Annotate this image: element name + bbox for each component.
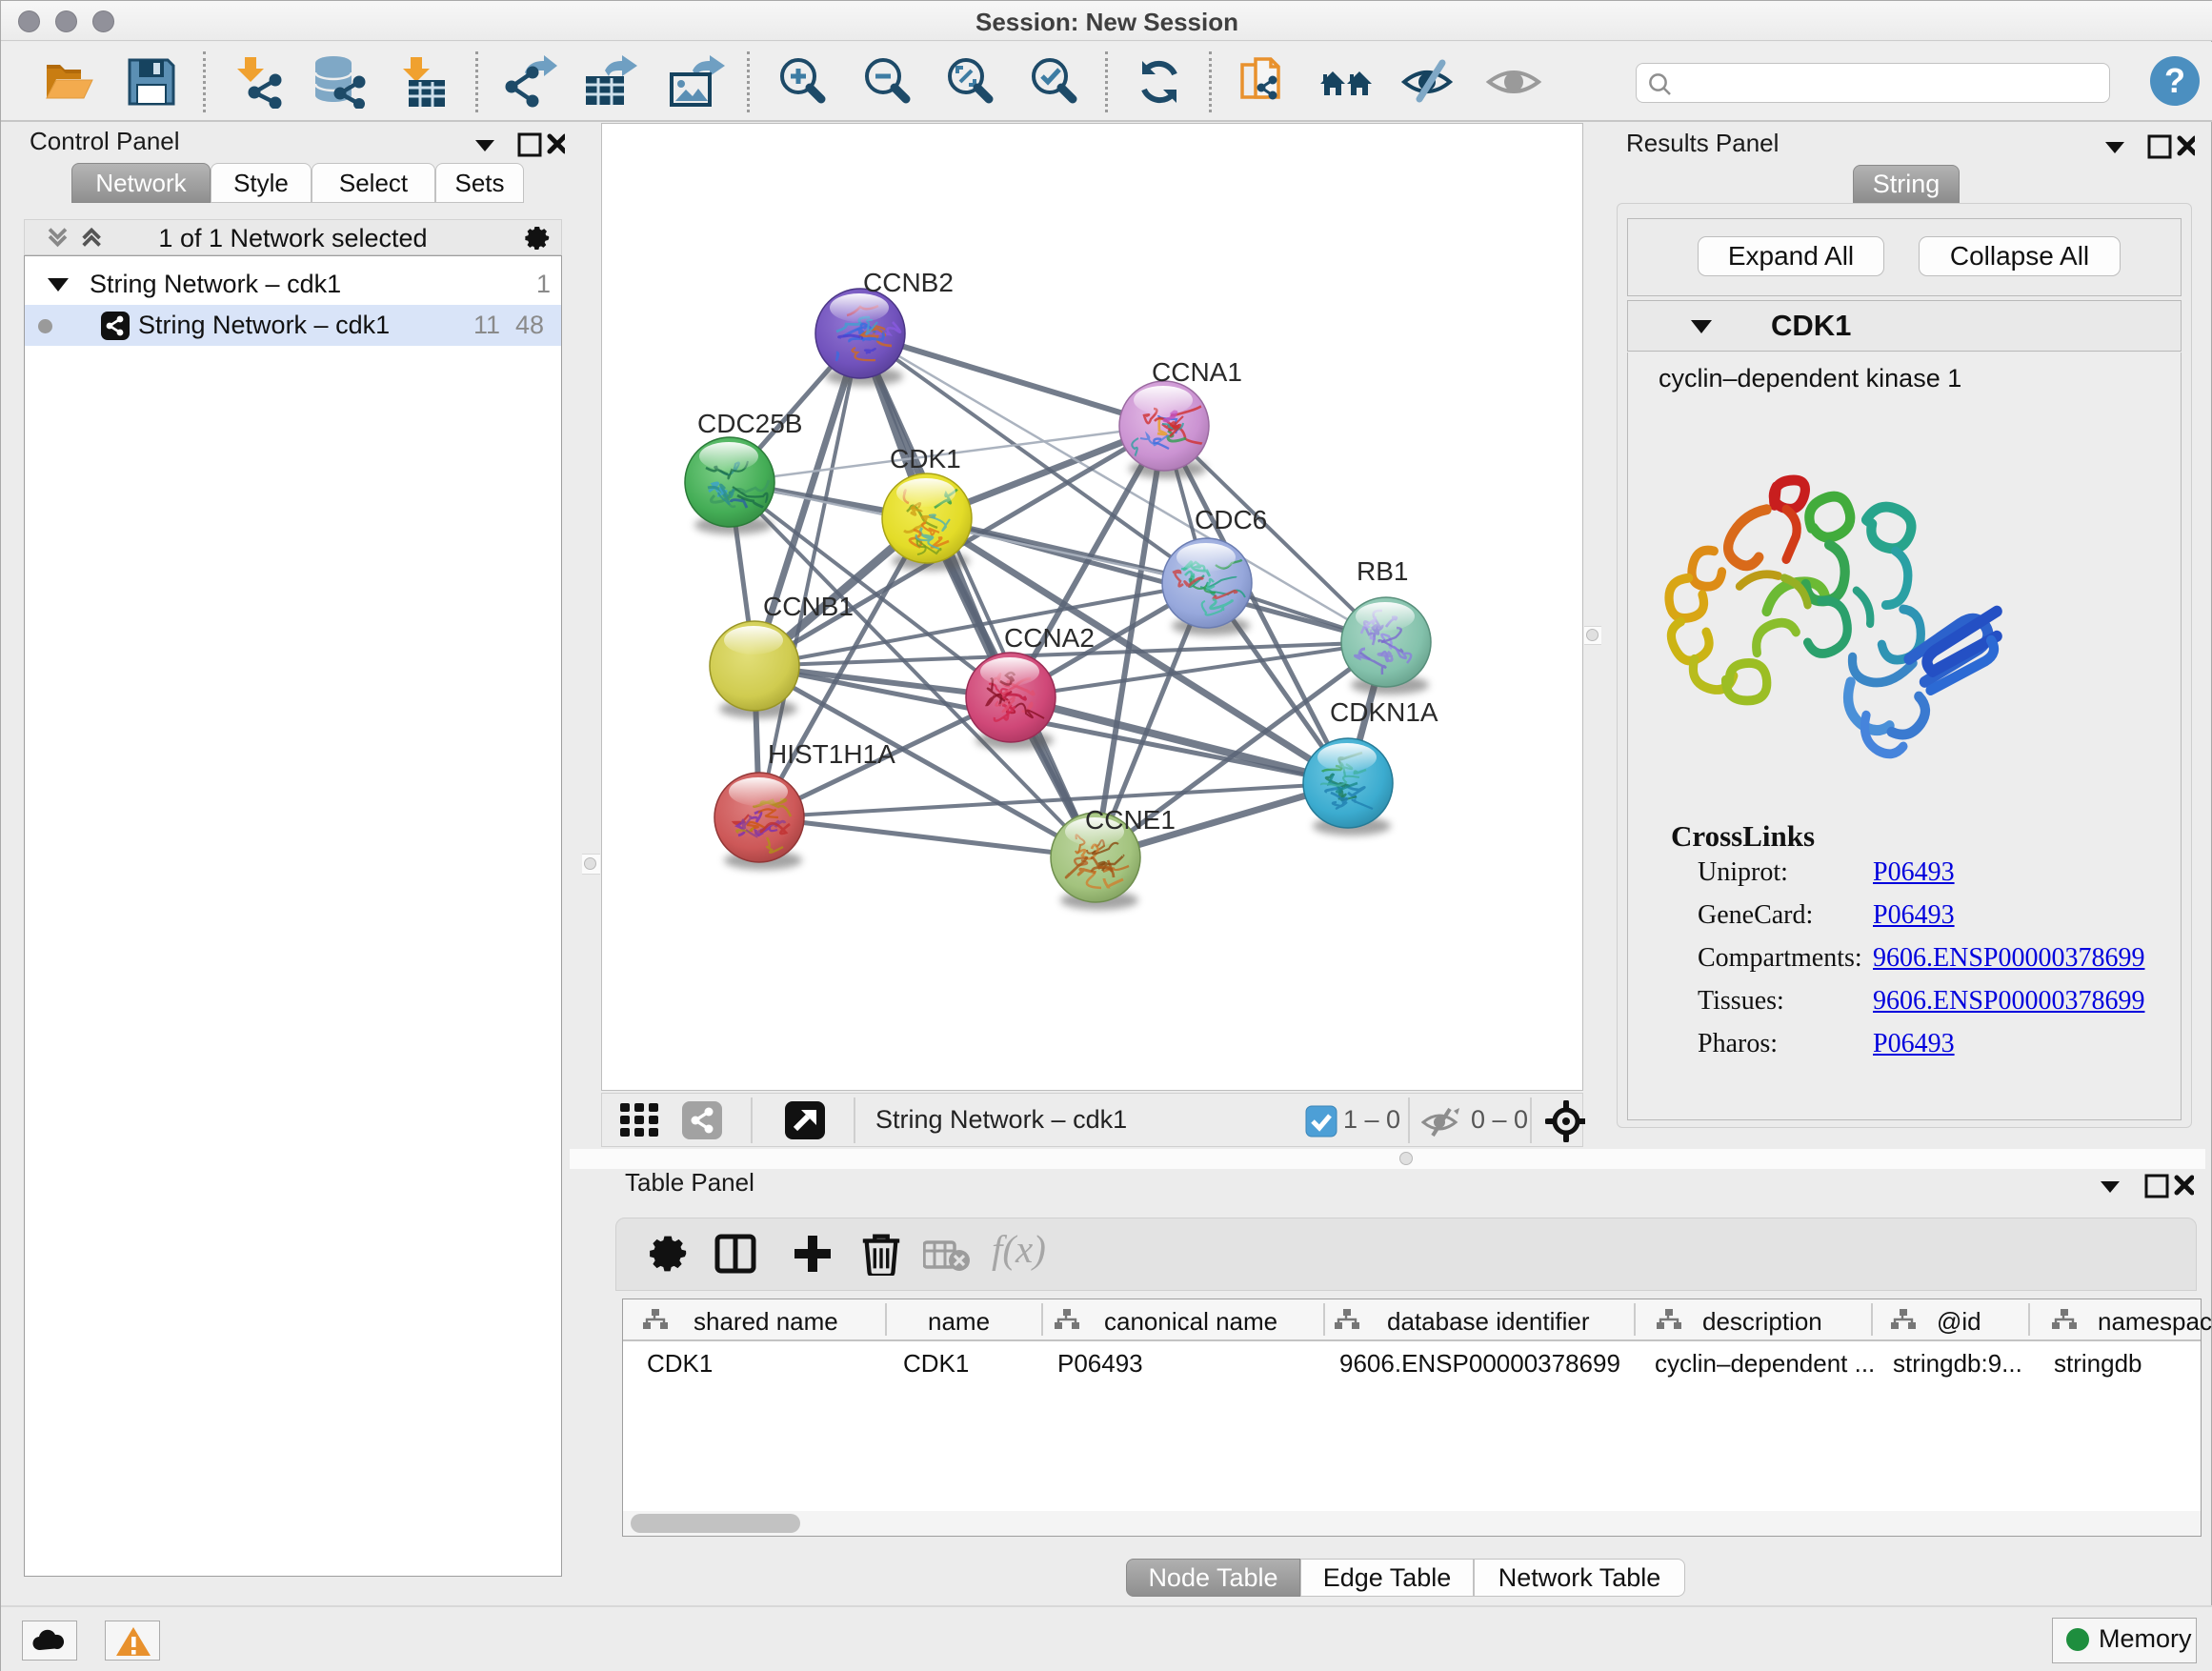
svg-text:CDC25B: CDC25B <box>697 409 802 438</box>
svg-text:CDC6: CDC6 <box>1195 505 1267 534</box>
svg-text:RB1: RB1 <box>1357 556 1408 586</box>
svg-text:CDKN1A: CDKN1A <box>1330 697 1438 727</box>
svg-text:CDK1: CDK1 <box>890 444 961 473</box>
svg-text:?: ? <box>2164 61 2185 100</box>
svg-text:CCNE1: CCNE1 <box>1085 805 1176 835</box>
svg-text:HIST1H1A: HIST1H1A <box>768 739 895 769</box>
svg-text:CCNB2: CCNB2 <box>863 268 954 297</box>
svg-text:CCNA1: CCNA1 <box>1152 357 1242 387</box>
svg-text:CCNA2: CCNA2 <box>1004 623 1095 653</box>
svg-text:CCNB1: CCNB1 <box>763 592 854 621</box>
